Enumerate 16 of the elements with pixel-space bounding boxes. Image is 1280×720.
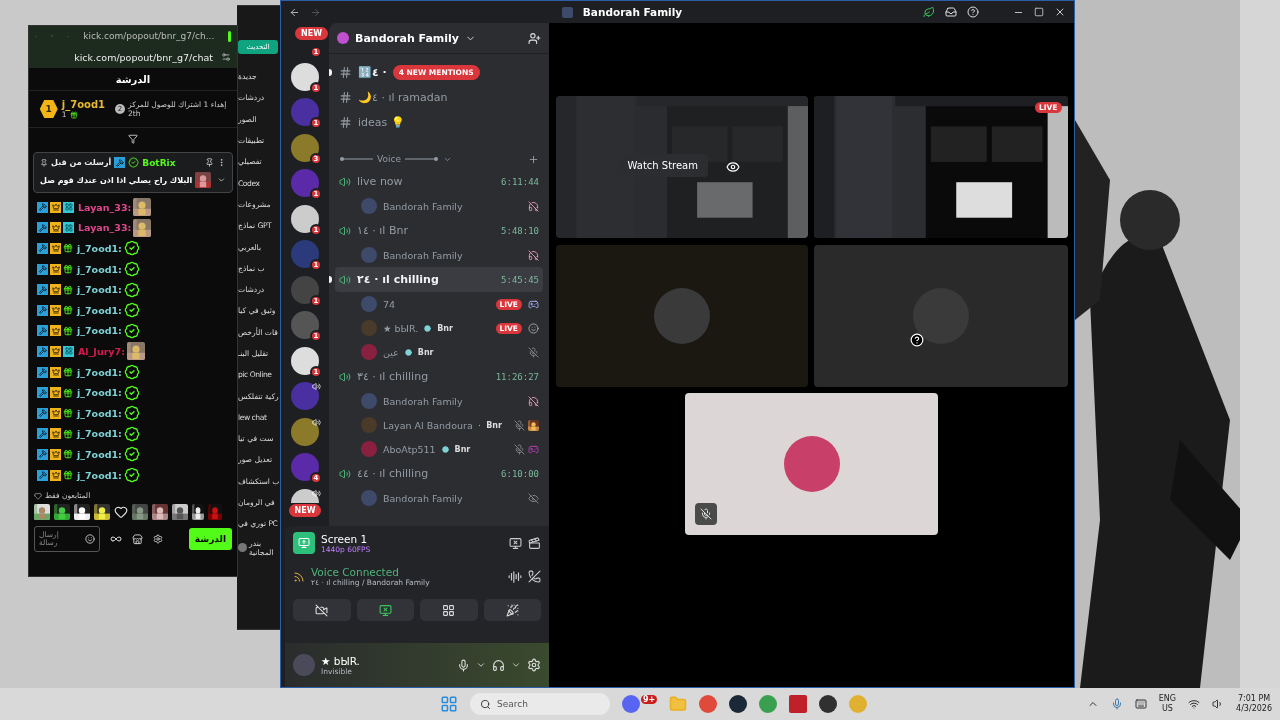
chat-app-icon[interactable] xyxy=(622,695,640,713)
browser-icon[interactable] xyxy=(699,695,718,713)
notification-badge: 9+ xyxy=(641,695,658,704)
game-store-icon[interactable] xyxy=(729,695,748,713)
wifi-icon[interactable] xyxy=(1188,698,1201,710)
clock-time[interactable]: 7:01 PM xyxy=(1236,694,1272,704)
language-label[interactable]: ENG xyxy=(1158,694,1177,704)
clock-date[interactable]: 4/3/2026 xyxy=(1236,704,1272,714)
region-label[interactable]: US xyxy=(1158,704,1177,714)
keyboard-icon[interactable] xyxy=(1134,698,1147,710)
search-icon xyxy=(480,698,491,710)
start-icon[interactable] xyxy=(440,695,458,713)
search-field[interactable]: Search xyxy=(470,693,610,715)
recorder-icon[interactable] xyxy=(819,695,838,713)
microphone-icon[interactable] xyxy=(1110,698,1123,710)
app-icon[interactable] xyxy=(789,695,808,713)
